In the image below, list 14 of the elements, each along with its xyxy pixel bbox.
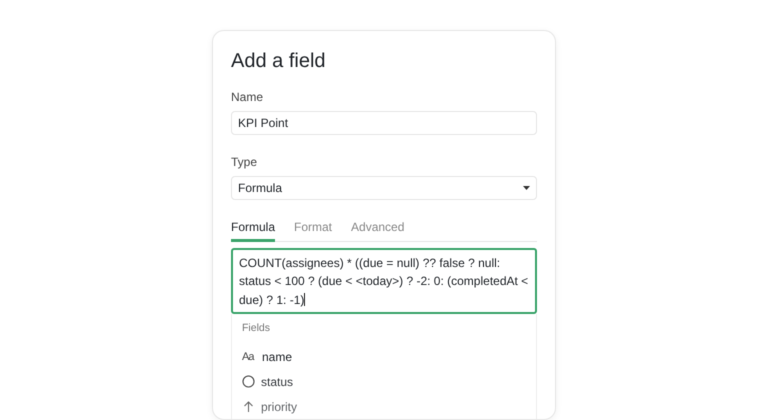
formula-editor[interactable]: COUNT(assignees) * ((due = null) ?? false ? null: status < 100 ? (due < <today>) ? -2: 0: (completedAt < due) ? 1: -1) [231, 248, 537, 314]
dialog-title: Add a field [231, 49, 327, 73]
field-option[interactable]: priority [242, 394, 526, 419]
tab[interactable]: Formula [231, 220, 276, 242]
section-heading: Fields [242, 322, 272, 334]
field-option[interactable]: status [242, 369, 526, 394]
field-option[interactable]: Aa name [242, 344, 526, 369]
type-select[interactable]: Formula [231, 176, 537, 200]
name-input[interactable]: KPI Point [231, 111, 537, 135]
field-label: Name [231, 90, 264, 104]
tab[interactable]: Format [294, 220, 332, 242]
tab[interactable]: Advanced [351, 220, 404, 242]
text-type-icon: Aa [242, 350, 256, 362]
field-label: Type [231, 154, 258, 169]
